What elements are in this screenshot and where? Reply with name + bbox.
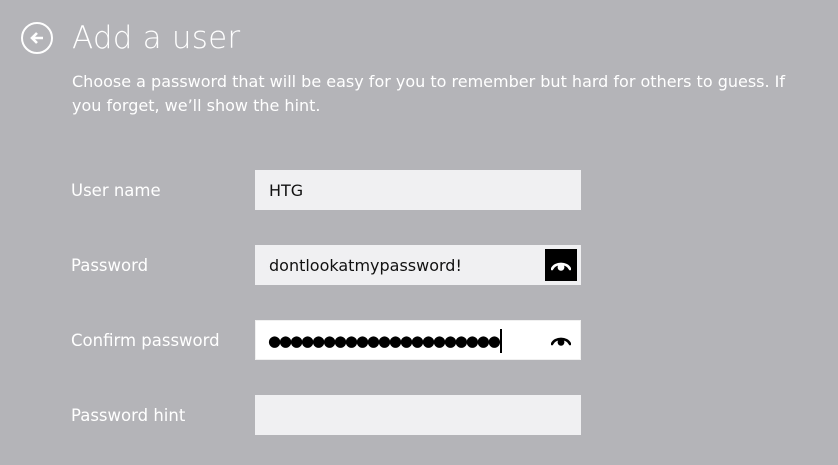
password-label: Password xyxy=(71,256,149,275)
username-field[interactable]: HTG xyxy=(255,170,581,210)
password-hint-field[interactable] xyxy=(255,395,581,435)
password-field[interactable]: dontlookatmypassword! xyxy=(255,245,581,285)
back-button[interactable] xyxy=(21,22,53,54)
confirm-password-field[interactable]: ●●●●●●●●●●●●●●●●●●●●● xyxy=(255,320,581,360)
confirm-password-label: Confirm password xyxy=(71,331,220,350)
back-arrow-circle-icon xyxy=(30,32,43,44)
password-hint-label: Password hint xyxy=(71,406,186,425)
confirm-password-masked-value: ●●●●●●●●●●●●●●●●●●●●● xyxy=(268,332,501,350)
confirm-password-reveal-button[interactable] xyxy=(545,324,577,356)
password-value: dontlookatmypassword! xyxy=(269,256,462,275)
username-label: User name xyxy=(71,181,161,200)
eye-icon xyxy=(551,337,571,346)
eye-icon xyxy=(551,262,571,271)
password-reveal-button[interactable] xyxy=(545,249,577,281)
page-description: Choose a password that will be easy for … xyxy=(72,72,786,115)
text-caret xyxy=(500,329,502,353)
username-value: HTG xyxy=(269,181,304,200)
page-title: Add a user xyxy=(72,20,241,56)
